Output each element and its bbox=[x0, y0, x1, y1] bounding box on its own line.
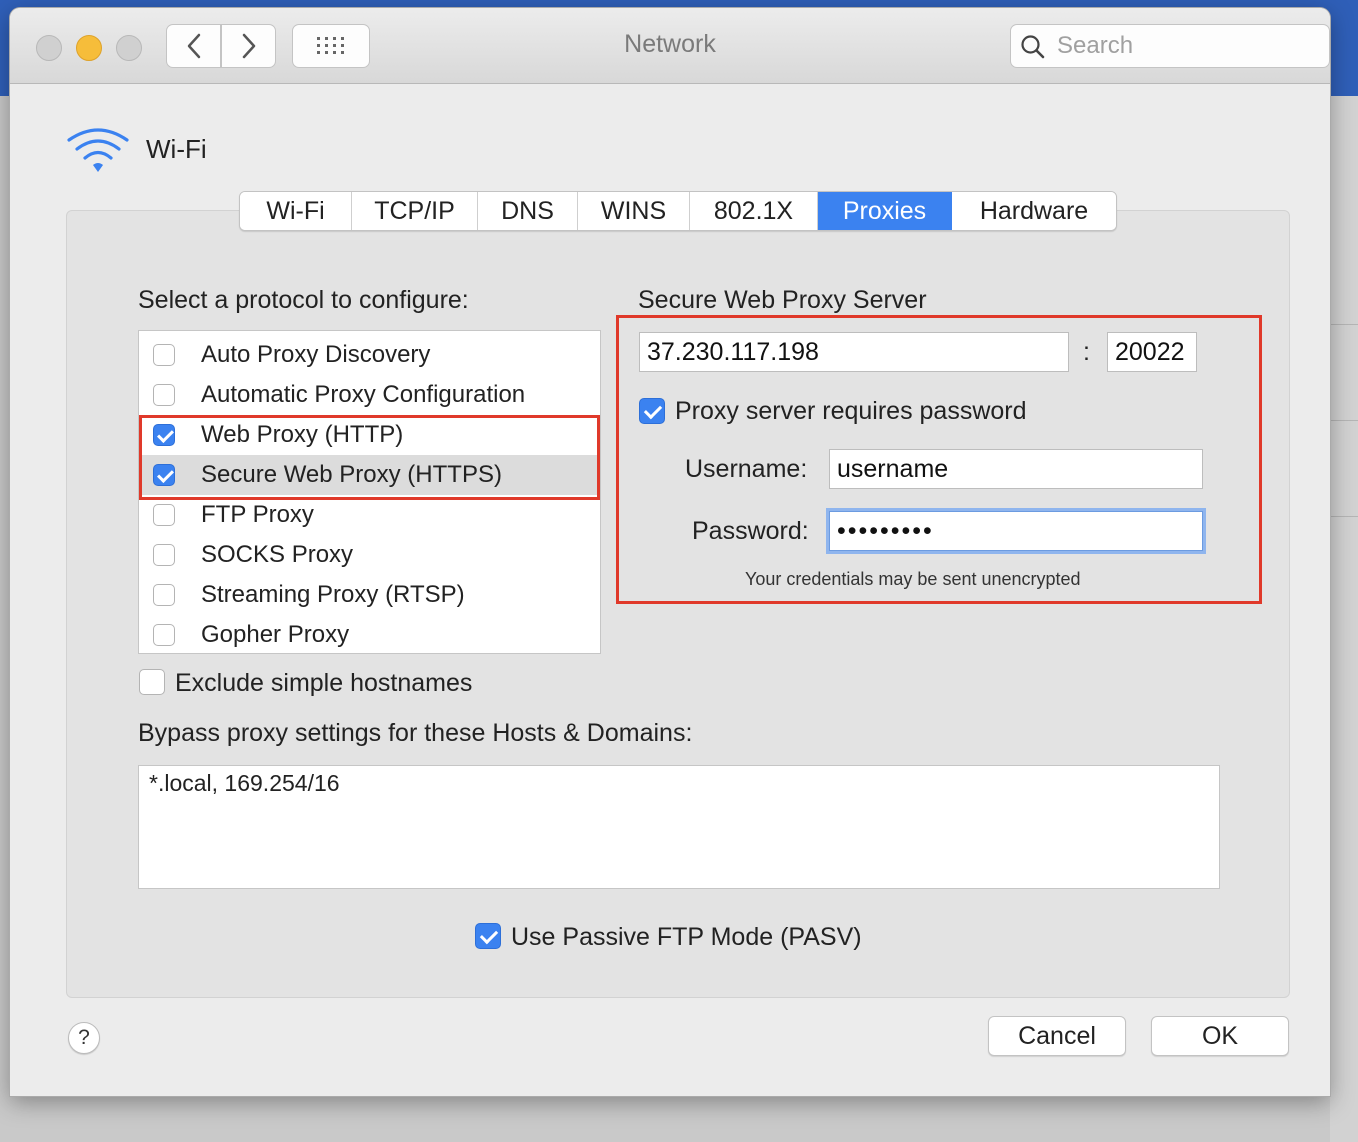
exclude-simple-hostnames-checkbox[interactable] bbox=[139, 669, 165, 695]
wifi-icon bbox=[67, 128, 129, 172]
protocol-checkbox[interactable] bbox=[153, 344, 175, 366]
network-preferences-window: Network Wi-Fi Wi-Fi TCP/IP DNS WINS 802.… bbox=[10, 8, 1330, 1096]
protocol-item-gopher-proxy[interactable]: Gopher Proxy bbox=[139, 615, 600, 655]
protocol-item-automatic-proxy-configuration[interactable]: Automatic Proxy Configuration bbox=[139, 375, 600, 415]
protocol-label: Automatic Proxy Configuration bbox=[201, 381, 526, 408]
search-box[interactable] bbox=[1010, 24, 1330, 68]
protocol-checkbox[interactable] bbox=[153, 544, 175, 566]
protocol-label: Streaming Proxy (RTSP) bbox=[201, 581, 465, 608]
search-icon bbox=[1021, 35, 1045, 59]
protocol-label: Auto Proxy Discovery bbox=[201, 341, 431, 368]
protocol-label: SOCKS Proxy bbox=[201, 541, 354, 568]
protocol-item-socks-proxy[interactable]: SOCKS Proxy bbox=[139, 535, 600, 575]
background-window-edge bbox=[1330, 96, 1358, 1142]
tab-dns[interactable]: DNS bbox=[478, 192, 578, 230]
protocol-heading: Select a protocol to configure: bbox=[138, 286, 469, 314]
tab-hardware[interactable]: Hardware bbox=[952, 192, 1116, 230]
tab-tcpip[interactable]: TCP/IP bbox=[352, 192, 478, 230]
tab-wins[interactable]: WINS bbox=[578, 192, 690, 230]
title-bar: Network bbox=[10, 8, 1330, 84]
bypass-hosts-textarea[interactable]: *.local, 169.254/16 bbox=[138, 765, 1220, 889]
interface-name: Wi-Fi bbox=[146, 134, 207, 164]
tab-bar: Wi-Fi TCP/IP DNS WINS 802.1X Proxies Har… bbox=[239, 191, 1117, 231]
exclude-simple-hostnames-label: Exclude simple hostnames bbox=[175, 669, 473, 697]
server-heading: Secure Web Proxy Server bbox=[638, 286, 927, 314]
protocol-checkbox[interactable] bbox=[153, 624, 175, 646]
protocol-checkbox[interactable] bbox=[153, 384, 175, 406]
protocol-label: FTP Proxy bbox=[201, 501, 314, 528]
help-button[interactable]: ? bbox=[68, 1022, 100, 1054]
protocol-item-streaming-proxy-rtsp[interactable]: Streaming Proxy (RTSP) bbox=[139, 575, 600, 615]
protocol-checkbox[interactable] bbox=[153, 504, 175, 526]
protocol-label: Gopher Proxy bbox=[201, 621, 350, 648]
passive-ftp-checkbox[interactable] bbox=[475, 923, 501, 949]
server-annotation-box bbox=[616, 315, 1262, 604]
ok-button[interactable]: OK bbox=[1151, 1016, 1289, 1056]
protocol-item-auto-proxy-discovery[interactable]: Auto Proxy Discovery bbox=[139, 335, 600, 375]
protocols-annotation-box bbox=[139, 415, 600, 500]
protocol-item-ftp-proxy[interactable]: FTP Proxy bbox=[139, 495, 600, 535]
tab-8021x[interactable]: 802.1X bbox=[690, 192, 818, 230]
passive-ftp-label: Use Passive FTP Mode (PASV) bbox=[511, 923, 862, 951]
bypass-label: Bypass proxy settings for these Hosts & … bbox=[138, 719, 693, 747]
protocol-checkbox[interactable] bbox=[153, 584, 175, 606]
tab-proxies[interactable]: Proxies bbox=[818, 192, 952, 230]
tab-wifi[interactable]: Wi-Fi bbox=[240, 192, 352, 230]
cancel-button[interactable]: Cancel bbox=[988, 1016, 1126, 1056]
search-input[interactable] bbox=[1055, 31, 1319, 61]
